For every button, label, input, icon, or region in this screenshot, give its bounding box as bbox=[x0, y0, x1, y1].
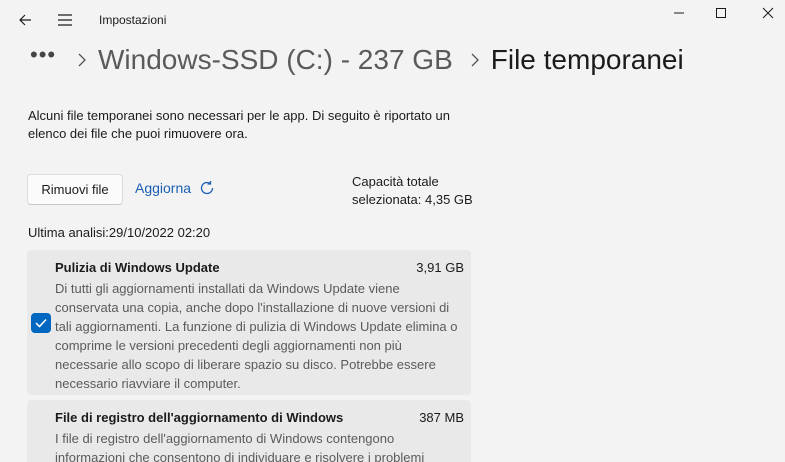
menu-button[interactable] bbox=[52, 6, 78, 34]
total-capacity: Capacità totale selezionata: 4,35 GB bbox=[352, 173, 473, 209]
item-title: Pulizia di Windows Update bbox=[55, 260, 220, 275]
close-button[interactable] bbox=[745, 0, 785, 26]
back-arrow-icon bbox=[19, 14, 31, 26]
list-item[interactable]: File di registro dell'aggiornamento di W… bbox=[27, 400, 471, 462]
item-title: File di registro dell'aggiornamento di W… bbox=[55, 410, 344, 425]
hamburger-icon bbox=[58, 14, 72, 26]
chevron-right-icon bbox=[471, 53, 479, 67]
remove-files-button[interactable]: Rimuovi file bbox=[27, 174, 123, 205]
item-description: I file di registro dell'aggiornamento di… bbox=[55, 431, 425, 462]
title-bar: Impostazioni bbox=[0, 0, 785, 40]
breadcrumb-more-button[interactable]: ••• bbox=[30, 44, 58, 66]
minimize-icon bbox=[674, 12, 684, 14]
item-size: 3,91 GB bbox=[416, 260, 464, 275]
refresh-link[interactable]: Aggiorna bbox=[135, 180, 215, 196]
last-scan-timestamp: Ultima analisi:29/10/2022 02:20 bbox=[28, 225, 211, 240]
back-button[interactable] bbox=[12, 6, 38, 34]
refresh-icon bbox=[200, 181, 214, 195]
breadcrumb-item-drive[interactable]: Windows-SSD (C:) - 237 GB bbox=[98, 44, 453, 76]
app-title: Impostazioni bbox=[99, 13, 167, 27]
close-icon bbox=[762, 7, 774, 19]
maximize-button[interactable] bbox=[698, 0, 744, 26]
chevron-right-icon bbox=[78, 53, 86, 67]
maximize-icon bbox=[716, 8, 726, 18]
checkmark-icon bbox=[35, 318, 47, 328]
list-item[interactable]: Pulizia di Windows Update 3,91 GB Di tut… bbox=[27, 250, 471, 395]
minimize-button[interactable] bbox=[656, 0, 702, 26]
item-description: Di tutti gli aggiornamenti installati da… bbox=[55, 281, 458, 391]
item-checkbox[interactable] bbox=[31, 313, 51, 333]
page-title: File temporanei bbox=[490, 44, 684, 75]
capacity-value: selezionata: 4,35 GB bbox=[352, 192, 473, 207]
breadcrumb: ••• Windows-SSD (C:) - 237 GB File tempo… bbox=[30, 40, 684, 80]
item-size: 387 MB bbox=[419, 410, 464, 425]
page-description: Alcuni file temporanei sono necessari pe… bbox=[28, 108, 451, 141]
refresh-label: Aggiorna bbox=[135, 180, 192, 196]
capacity-label: Capacità totale bbox=[352, 174, 439, 189]
